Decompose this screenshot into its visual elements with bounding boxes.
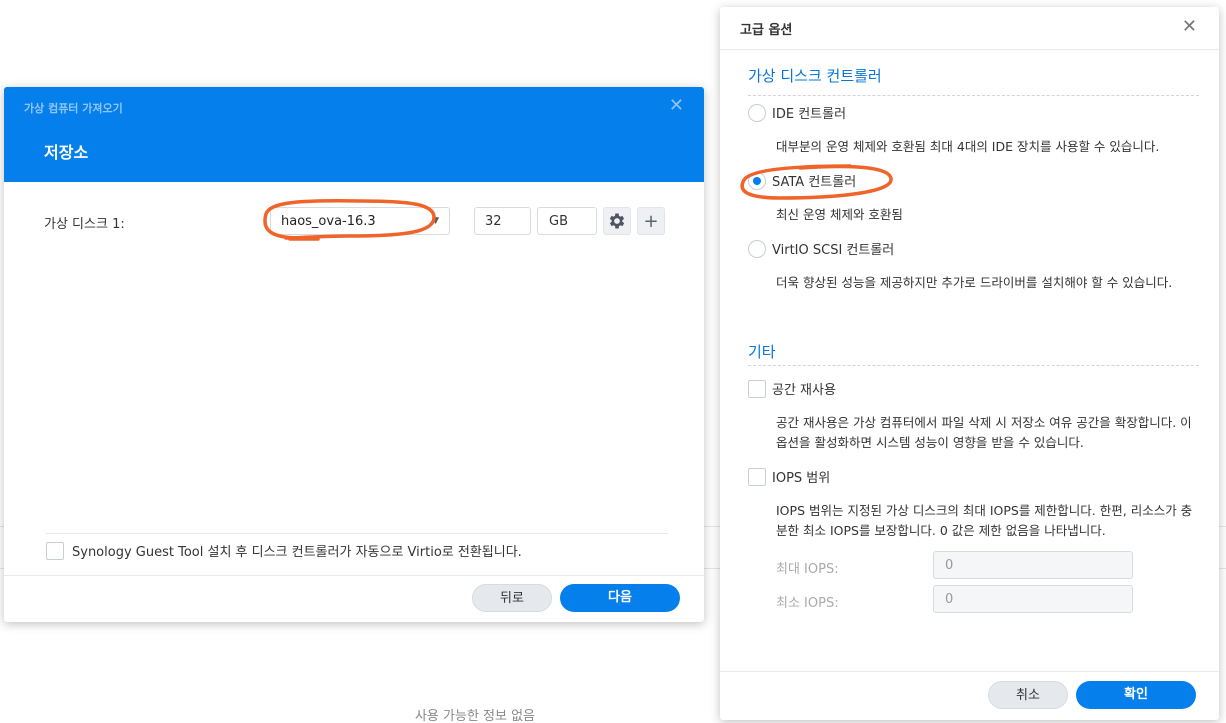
iops-range-desc: IOPS 범위는 지정된 가상 디스크의 최대 IOPS를 제한합니다. 한편,… — [776, 503, 1193, 538]
virtio-controller-radio[interactable] — [748, 239, 766, 258]
plus-icon: + — [643, 210, 659, 232]
add-disk-button[interactable]: + — [637, 207, 665, 235]
guest-tool-checkbox[interactable] — [46, 541, 64, 560]
disk-image-select[interactable]: haos_ova-16.3 ▼ — [270, 207, 450, 235]
divider — [46, 533, 668, 534]
advanced-options-button[interactable] — [603, 207, 631, 235]
iops-range-label: IOPS 범위 — [772, 471, 831, 486]
sata-controller-radio[interactable] — [748, 171, 766, 190]
disk-size-input[interactable]: 32 — [474, 207, 531, 235]
ide-controller-desc: 대부분의 운영 체제와 호환됨 최대 4대의 IDE 장치를 사용할 수 있습니… — [776, 139, 1160, 154]
back-button[interactable]: 뒤로 — [472, 584, 552, 612]
sata-controller-desc: 최신 운영 체제와 호환됨 — [776, 207, 903, 222]
guest-tool-option[interactable]: Synology Guest Tool 설치 후 디스크 컨트롤러가 자동으로 … — [46, 541, 522, 561]
guest-tool-label: Synology Guest Tool 설치 후 디스크 컨트롤러가 자동으로 … — [72, 545, 522, 560]
min-iops-input[interactable]: 0 — [933, 585, 1133, 613]
gear-icon — [609, 213, 625, 229]
section-divider — [748, 95, 1199, 96]
space-reclaim-label: 공간 재사용 — [772, 383, 836, 398]
iops-range-option[interactable]: IOPS 범위 — [748, 467, 830, 487]
sata-controller-option[interactable]: SATA 컨트롤러 — [748, 171, 856, 191]
disk-image-value: haos_ova-16.3 — [281, 214, 376, 229]
cancel-button[interactable]: 취소 — [988, 681, 1068, 709]
virtual-disk-label: 가상 디스크 1: — [44, 217, 125, 232]
iops-range-checkbox[interactable] — [748, 467, 766, 486]
min-iops-label: 최소 IOPS: — [776, 596, 839, 611]
next-button[interactable]: 다음 — [560, 584, 680, 612]
disk-unit-select[interactable]: GB — [537, 207, 597, 235]
controller-section-title: 가상 디스크 컨트롤러 — [748, 67, 882, 85]
close-icon[interactable]: ✕ — [669, 95, 684, 116]
ok-button[interactable]: 확인 — [1076, 681, 1196, 709]
header-divider — [720, 49, 1219, 50]
footer-divider — [4, 575, 704, 576]
footer-divider — [720, 671, 1219, 672]
section-divider — [748, 365, 1199, 366]
import-vm-dialog: 가상 컴퓨터 가져오기 ✕ 저장소 가상 디스크 1: haos_ova-16.… — [4, 87, 704, 622]
max-iops-label: 최대 IOPS: — [776, 562, 839, 577]
ide-controller-radio[interactable] — [748, 103, 766, 122]
space-reclaim-checkbox[interactable] — [748, 379, 766, 398]
virtio-controller-option[interactable]: VirtIO SCSI 컨트롤러 — [748, 239, 894, 259]
virtual-disk-row: 가상 디스크 1: haos_ova-16.3 ▼ 32 GB + — [44, 207, 665, 237]
virtio-controller-desc: 더욱 향상된 성능을 제공하지만 추가로 드라이버를 설치해야 할 수 있습니다… — [776, 275, 1173, 290]
chevron-down-icon: ▼ — [432, 216, 439, 226]
ide-controller-option[interactable]: IDE 컨트롤러 — [748, 103, 846, 123]
space-reclaim-desc: 공간 재사용은 가상 컴퓨터에서 파일 삭제 시 저장소 여유 공간을 확장합니… — [776, 415, 1192, 450]
max-iops-input[interactable]: 0 — [933, 551, 1133, 579]
close-icon[interactable]: ✕ — [1182, 16, 1197, 37]
space-reclaim-option[interactable]: 공간 재사용 — [748, 379, 836, 399]
other-section-title: 기타 — [748, 343, 776, 361]
dialog-header: 가상 컴퓨터 가져오기 ✕ 저장소 — [4, 87, 704, 182]
step-title: 저장소 — [44, 143, 89, 162]
sata-controller-label: SATA 컨트롤러 — [772, 175, 857, 190]
virtio-controller-label: VirtIO SCSI 컨트롤러 — [772, 243, 895, 258]
dialog-title: 가상 컴퓨터 가져오기 — [24, 102, 123, 115]
ide-controller-label: IDE 컨트롤러 — [772, 107, 847, 122]
dialog-title: 고급 옵션 — [740, 23, 793, 38]
advanced-options-dialog: 고급 옵션 ✕ 가상 디스크 컨트롤러 IDE 컨트롤러 대부분의 운영 체제와… — [720, 7, 1219, 720]
